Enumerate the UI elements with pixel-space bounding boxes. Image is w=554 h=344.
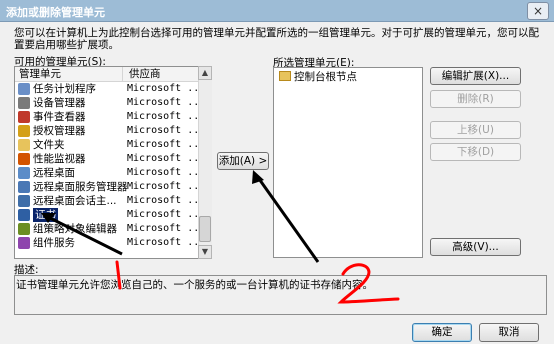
snapin-row[interactable]: 远程桌面服务管理器 Microsoft ... [15, 180, 205, 194]
snapin-name: 任务计划程序 [33, 83, 96, 95]
event-viewer-icon [18, 111, 30, 123]
snapin-vendor: Microsoft ... [127, 195, 206, 206]
snapin-name: 设备管理器 [33, 97, 86, 109]
available-snapins-list[interactable]: 管理单元 供应商 任务计划程序 Microsoft ... 设备管理器 Microso… [14, 66, 212, 259]
column-header-snapin[interactable]: 管理单元 [15, 67, 123, 82]
performance-monitor-icon [18, 153, 30, 165]
selected-item-label: 控制台根节点 [294, 71, 357, 83]
scroll-up-arrow-icon[interactable]: ▲ [198, 66, 212, 80]
snapin-vendor: Microsoft ... [127, 97, 206, 108]
snapin-row[interactable]: 事件查看器 Microsoft ... [15, 110, 205, 124]
snapin-vendor: Microsoft ... [127, 139, 206, 150]
remove-button[interactable]: 删除(R) [430, 90, 521, 108]
snapin-name: 证书 [33, 208, 58, 222]
close-icon: × [532, 4, 544, 18]
snapin-row[interactable]: 远程桌面 Microsoft ... [15, 166, 205, 180]
scroll-down-arrow-icon[interactable]: ▼ [198, 245, 212, 259]
snapin-name: 组策略对象编辑器 [33, 223, 117, 235]
remote-desktop-services-icon [18, 181, 30, 193]
device-manager-icon [18, 97, 30, 109]
edit-extensions-button[interactable]: 编辑扩展(X)... [430, 67, 521, 85]
certificate-icon [18, 209, 30, 221]
snapin-row[interactable]: 设备管理器 Microsoft ... [15, 96, 205, 110]
ok-button[interactable]: 确定 [412, 323, 472, 342]
group-policy-icon [18, 223, 30, 235]
snapin-row[interactable]: 组件服务 Microsoft ... [15, 236, 205, 250]
snapin-row[interactable]: 任务计划程序 Microsoft ... [15, 82, 205, 96]
snapin-row[interactable]: 文件夹 Microsoft ... [15, 138, 205, 152]
window-title: 添加或删除管理单元 [6, 6, 105, 19]
cancel-button[interactable]: 取消 [479, 323, 539, 342]
intro-text: 您可以在计算机上为此控制台选择可用的管理单元并配置所选的一组管理单元。对于可扩展… [14, 27, 539, 51]
snapin-vendor: Microsoft ... [127, 181, 206, 192]
selected-snapins-list[interactable]: 控制台根节点 [273, 67, 423, 258]
scrollbar-thumb[interactable] [199, 216, 211, 242]
task-scheduler-icon [18, 83, 30, 95]
snapin-vendor: Microsoft ... [127, 125, 206, 136]
advanced-button[interactable]: 高级(V)... [430, 238, 521, 256]
snapin-name: 组件服务 [33, 237, 75, 249]
available-list-scrollbar[interactable]: ▲ ▼ [198, 66, 212, 259]
snapin-vendor: Microsoft ... [127, 237, 206, 248]
selected-item-console-root[interactable]: 控制台根节点 [279, 71, 357, 84]
close-button[interactable]: × [527, 2, 549, 20]
title-bar: 添加或删除管理单元 × [0, 0, 554, 22]
snapin-name: 性能监视器 [33, 153, 86, 165]
snapin-name: 事件查看器 [33, 111, 86, 123]
snapin-name: 远程桌面 [33, 167, 75, 179]
description-text: 证书管理单元允许您浏览自己的、一个服务的或一台计算机的证书存储内容。 [16, 279, 373, 291]
snapin-vendor: Microsoft ... [127, 83, 206, 94]
snapin-vendor: Microsoft ... [127, 111, 206, 122]
snapin-name: 授权管理器 [33, 125, 86, 137]
snapin-vendor: Microsoft ... [127, 153, 206, 164]
component-services-icon [18, 237, 30, 249]
snapin-row[interactable]: 授权管理器 Microsoft ... [15, 124, 205, 138]
folder-icon [279, 71, 291, 81]
snapin-row[interactable]: 组策略对象编辑器 Microsoft ... [15, 222, 205, 236]
move-up-button[interactable]: 上移(U) [430, 121, 521, 139]
snapin-row[interactable]: 证书 Microsoft ... [15, 208, 205, 222]
snapin-vendor: Microsoft ... [127, 223, 206, 234]
add-button[interactable]: 添加(A) > [217, 152, 269, 170]
snapin-name: 远程桌面服务管理器 [33, 181, 128, 193]
column-header-vendor[interactable]: 供应商 [123, 67, 203, 82]
authorization-manager-icon [18, 125, 30, 137]
folder-icon [18, 139, 30, 151]
snapin-row[interactable]: 远程桌面会话主... Microsoft ... [15, 194, 205, 208]
snapin-row[interactable]: 性能监视器 Microsoft ... [15, 152, 205, 166]
snapin-name: 远程桌面会话主... [33, 195, 117, 207]
snapin-name: 文件夹 [33, 139, 65, 151]
remote-desktop-session-icon [18, 195, 30, 207]
remote-desktop-icon [18, 167, 30, 179]
move-down-button[interactable]: 下移(D) [430, 143, 521, 161]
list-header: 管理单元 供应商 [15, 67, 198, 82]
snapin-vendor: Microsoft ... [127, 209, 206, 220]
snapin-vendor: Microsoft ... [127, 167, 206, 178]
annotation-arrowhead-2 [252, 170, 264, 184]
